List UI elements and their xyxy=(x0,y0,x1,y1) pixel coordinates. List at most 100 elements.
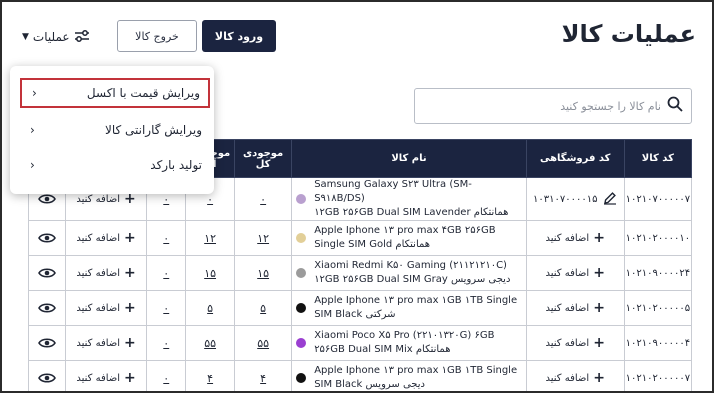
color-swatch xyxy=(296,373,307,383)
color-swatch xyxy=(296,194,307,204)
add-label: اضافه کنید xyxy=(545,267,590,279)
free-stock-cell[interactable]: ۱۵ xyxy=(185,255,236,291)
seller-code-cell[interactable]: + اضافه کنید xyxy=(525,325,625,361)
add-cell[interactable]: + اضافه کنید xyxy=(64,325,148,361)
add-cell[interactable]: + اضافه کنید xyxy=(64,360,148,391)
add-seller-code-button[interactable]: + اضافه کنید xyxy=(546,230,605,246)
view-cell[interactable] xyxy=(28,255,66,291)
add-label: اضافه کنید xyxy=(76,302,121,314)
view-cell[interactable] xyxy=(28,360,66,391)
seller-code-cell[interactable]: + اضافه کنید xyxy=(525,290,625,326)
table-row: ۱۰۲۱۰۹۰۰۰۰۲۴ + اضافه کنید Xiaomi Redmi K۵۰ … xyxy=(28,255,693,291)
plus-icon: + xyxy=(124,300,136,316)
edit-icon[interactable] xyxy=(603,191,617,208)
plus-icon: + xyxy=(593,335,605,351)
add-seller-code-button[interactable]: + اضافه کنید xyxy=(546,300,605,316)
col-name: نام کالا xyxy=(291,139,527,178)
eye-icon[interactable] xyxy=(29,232,65,244)
product-name-line1: Apple Iphone ۱۳ pro max ۱GB ۱TB Single xyxy=(314,295,518,306)
add-seller-code-button[interactable]: + اضافه کنید xyxy=(546,370,605,386)
name-cell: Apple Iphone ۱۳ pro max ۱GB ۱TB Single SI… xyxy=(291,290,527,326)
add-button[interactable]: + اضافه کنید xyxy=(76,370,135,386)
total-stock-cell[interactable]: ۱۲ xyxy=(234,220,293,256)
operations-button[interactable]: ▼ عملیات xyxy=(22,24,90,50)
search-icon[interactable] xyxy=(667,96,683,116)
name-cell: Apple Iphone ۱۳ pro max ۱GB ۱TB Single SI… xyxy=(291,360,527,391)
total-stock-cell[interactable]: ۰ xyxy=(234,177,293,221)
extra-value-cell[interactable]: ۰ xyxy=(146,220,187,256)
col-total-stock-line1: موجودی xyxy=(243,147,284,159)
view-cell[interactable] xyxy=(28,220,66,256)
eye-icon[interactable] xyxy=(29,302,65,314)
code-cell: ۱۰۲۱۰۷۰۰۰۰۰۷ xyxy=(623,177,693,221)
free-stock-cell[interactable]: ۵ xyxy=(185,290,236,326)
seller-code-cell[interactable]: + اضافه کنید xyxy=(525,360,625,391)
add-button[interactable]: + اضافه کنید xyxy=(76,300,135,316)
product-name-line2: SIM Black شرکتی xyxy=(314,309,396,320)
seller-code-cell[interactable]: + اضافه کنید xyxy=(525,255,625,291)
add-label: اضافه کنید xyxy=(76,232,121,244)
table-row: ۱۰۲۱۰۲۰۰۰۰۱۰ + اضافه کنید Apple Iphone ۱۳ p… xyxy=(28,220,693,256)
total-stock-cell[interactable]: ۴ xyxy=(234,360,293,391)
view-cell[interactable] xyxy=(28,325,66,361)
plus-icon: + xyxy=(124,335,136,351)
chevron-right-icon: › xyxy=(30,158,35,172)
total-stock-cell[interactable]: ۵ xyxy=(234,290,293,326)
add-label: اضافه کنید xyxy=(545,302,590,314)
exit-goods-button[interactable]: خروج کالا xyxy=(117,20,197,52)
product-name-line2: SIM Black دیجی سرویس xyxy=(314,379,425,390)
extra-value-cell[interactable]: ۰ xyxy=(146,360,187,391)
add-cell[interactable]: + اضافه کنید xyxy=(64,290,148,326)
total-stock-cell[interactable]: ۵۵ xyxy=(234,325,293,361)
eye-icon[interactable] xyxy=(29,267,65,279)
add-label: اضافه کنید xyxy=(76,193,121,205)
col-total-stock: موجودی کل xyxy=(234,139,293,178)
seller-code-cell[interactable]: + اضافه کنید xyxy=(525,220,625,256)
menu-item-label: ویرایش قیمت با اکسل xyxy=(86,86,200,100)
add-seller-code-button[interactable]: + اضافه کنید xyxy=(546,265,605,281)
total-stock-cell[interactable]: ۱۵ xyxy=(234,255,293,291)
enter-goods-button[interactable]: ورود کالا xyxy=(202,20,276,52)
view-cell[interactable] xyxy=(28,290,66,326)
code-cell: ۱۰۲۱۰۹۰۰۰۰۲۴ xyxy=(623,255,693,291)
free-stock-cell[interactable]: ۱۲ xyxy=(185,220,236,256)
extra-value-cell[interactable]: ۰ xyxy=(146,290,187,326)
menu-item-edit-warranty[interactable]: › ویرایش گارانتی کالا xyxy=(20,115,210,145)
code-cell: ۱۰۲۱۰۲۰۰۰۰۰۷ xyxy=(623,360,693,391)
add-button[interactable]: + اضافه کنید xyxy=(76,335,135,351)
extra-value-cell[interactable]: ۰ xyxy=(146,325,187,361)
code-cell: ۱۰۲۱۰۲۰۰۰۰۰۵ xyxy=(623,290,693,326)
menu-item-generate-barcode[interactable]: › تولید بارکد xyxy=(20,150,210,180)
add-cell[interactable]: + اضافه کنید xyxy=(64,220,148,256)
window-frame: عملیات کالا ورود کالا خروج کالا ▼ عملیات… xyxy=(0,0,714,393)
free-stock-cell[interactable]: ۴ xyxy=(185,360,236,391)
code-cell: ۱۰۲۱۰۲۰۰۰۰۱۰ xyxy=(623,220,693,256)
search-box[interactable] xyxy=(414,88,692,124)
table-row: ۱۰۲۱۰۲۰۰۰۰۰۷ + اضافه کنید Apple Iphone ۱۳ p… xyxy=(28,360,693,391)
eye-icon[interactable] xyxy=(29,372,65,384)
seller-code-value: ۱۰۳۱۰۷۰۰۰۰۱۵ xyxy=(533,193,598,205)
eye-icon[interactable] xyxy=(29,337,65,349)
add-seller-code-button[interactable]: + اضافه کنید xyxy=(546,335,605,351)
plus-icon: + xyxy=(124,370,136,386)
search-input[interactable] xyxy=(431,99,661,113)
table-row: ۱۰۲۱۰۲۰۰۰۰۰۵ + اضافه کنید Apple Iphone ۱۳ p… xyxy=(28,290,693,326)
free-stock-cell[interactable]: ۵۵ xyxy=(185,325,236,361)
col-total-stock-line2: کل xyxy=(255,158,271,170)
plus-icon: + xyxy=(593,300,605,316)
code-cell: ۱۰۲۱۰۹۰۰۰۰۰۴ xyxy=(623,325,693,361)
color-swatch xyxy=(296,233,307,243)
extra-value-cell[interactable]: ۰ xyxy=(146,255,187,291)
add-cell[interactable]: + اضافه کنید xyxy=(64,255,148,291)
add-button[interactable]: + اضافه کنید xyxy=(76,265,135,281)
col-code: کد کالا xyxy=(623,139,693,178)
name-cell: Xiaomi Poco X۵ Pro (۲۲۱۰۱۳۲۰G) ۶GB ۲۵۶GB … xyxy=(291,325,527,361)
add-button[interactable]: + اضافه کنید xyxy=(76,230,135,246)
color-swatch xyxy=(296,338,307,348)
name-cell: Samsung Galaxy S۲۳ Ultra (SM-S۹۱۸B/DS) ۱۲… xyxy=(291,177,527,221)
add-label: اضافه کنید xyxy=(76,337,121,349)
eye-icon[interactable] xyxy=(29,193,65,205)
menu-item-edit-price-excel[interactable]: › ویرایش قیمت با اکسل xyxy=(20,78,210,108)
product-name-line1: Xiaomi Poco X۵ Pro (۲۲۱۰۱۳۲۰G) ۶GB xyxy=(314,330,495,341)
plus-icon: + xyxy=(593,230,605,246)
